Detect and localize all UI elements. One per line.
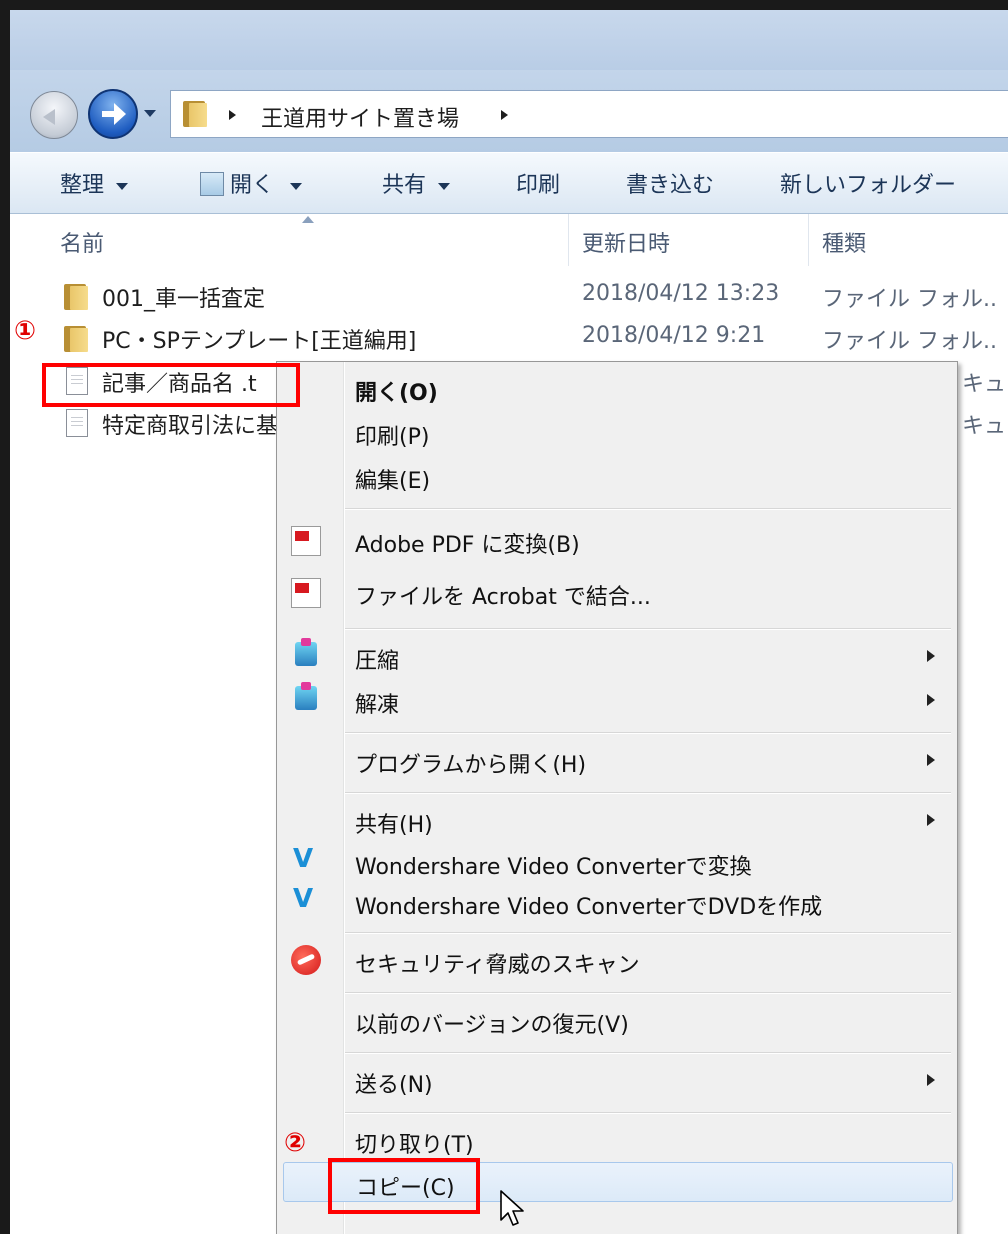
menu-item-acrobat-combine[interactable]: ファイルを Acrobat で結合... — [277, 572, 957, 612]
menu-separator — [345, 508, 951, 510]
menu-item-extract[interactable]: 解凍 — [277, 680, 957, 720]
menu-item-edit[interactable]: 編集(E) — [277, 456, 957, 496]
menu-item-print[interactable]: 印刷(P) — [277, 412, 957, 452]
folder-icon — [183, 101, 207, 127]
address-bar[interactable]: 王道用サイト置き場 — [170, 90, 1008, 138]
share-button[interactable]: 共有 — [382, 167, 451, 199]
folder-icon — [64, 284, 88, 310]
menu-item-send-to[interactable]: 送る(N) — [277, 1060, 957, 1100]
context-menu: 開く(O) 印刷(P) 編集(E) Adobe PDF に変換(B) ファイルを… — [276, 361, 958, 1234]
navigation-bar: 王道用サイト置き場 — [10, 70, 1008, 152]
chevron-down-icon — [290, 182, 303, 190]
file-type: キュ.. — [962, 372, 1008, 397]
folder-icon — [64, 326, 88, 352]
menu-item-compress[interactable]: 圧縮 — [277, 636, 957, 676]
submenu-arrow-icon — [927, 650, 935, 662]
menu-item-cut[interactable]: 切り取り(T) — [277, 1120, 957, 1160]
open-button[interactable]: 開く — [200, 167, 303, 199]
menu-item-restore-previous[interactable]: 以前のバージョンの復元(V) — [277, 1000, 957, 1040]
title-bar — [10, 10, 1008, 70]
file-row[interactable]: PC・SPテンプレート[王道編用] 2018/04/12 9:21 ファイル フ… — [10, 318, 1008, 360]
acrobat-combine-icon — [291, 578, 321, 608]
recent-pages-dropdown[interactable] — [144, 110, 156, 123]
wondershare-icon: V — [293, 844, 314, 874]
menu-separator — [345, 732, 951, 734]
new-folder-button[interactable]: 新しいフォルダー — [780, 167, 956, 199]
column-header-name[interactable]: 名前 — [60, 226, 104, 258]
menu-item-wondershare-convert[interactable]: V Wondershare Video Converterで変換 — [277, 842, 957, 882]
extract-icon — [295, 682, 317, 710]
column-divider[interactable] — [568, 214, 569, 266]
breadcrumb-arrow-icon[interactable] — [501, 110, 508, 120]
compress-icon — [295, 638, 317, 666]
file-name: PC・SPテンプレート[王道編用] — [102, 329, 417, 354]
menu-item-wondershare-dvd[interactable]: V Wondershare Video ConverterでDVDを作成 — [277, 882, 957, 922]
back-button[interactable] — [30, 91, 78, 139]
trendmicro-icon — [291, 945, 321, 975]
menu-item-open[interactable]: 開く(O) — [277, 368, 957, 408]
text-document-icon — [66, 409, 88, 437]
submenu-arrow-icon — [927, 1074, 935, 1086]
column-divider[interactable] — [808, 214, 809, 266]
menu-separator — [345, 628, 951, 630]
breadcrumb-current-folder[interactable]: 王道用サイト置き場 — [261, 101, 459, 133]
submenu-arrow-icon — [927, 754, 935, 766]
step-1-highlight-box — [42, 363, 300, 407]
menu-item-share[interactable]: 共有(H) — [277, 800, 957, 840]
step-2-marker: ② — [284, 1128, 307, 1158]
file-modified: 2018/04/12 13:23 — [582, 281, 780, 306]
breadcrumb-arrow-icon[interactable] — [229, 110, 236, 120]
file-type: キュ.. — [962, 414, 1008, 439]
column-header-type[interactable]: 種類 — [822, 226, 866, 258]
menu-separator — [345, 1112, 951, 1114]
step-1-marker: ① — [14, 316, 37, 346]
file-type: ファイル フォル.. — [822, 287, 997, 312]
submenu-arrow-icon — [927, 694, 935, 706]
mouse-pointer-icon — [500, 1190, 524, 1226]
menu-item-open-with[interactable]: プログラムから開く(H) — [277, 740, 957, 780]
menu-separator — [345, 1052, 951, 1054]
menu-separator — [345, 792, 951, 794]
file-name: 001_車一括査定 — [102, 287, 265, 312]
menu-item-convert-pdf[interactable]: Adobe PDF に変換(B) — [277, 520, 957, 560]
notepad-icon — [200, 172, 224, 196]
command-bar: 整理 開く 共有 印刷 書き込む 新しいフォルダー — [10, 152, 1008, 214]
burn-button[interactable]: 書き込む — [626, 167, 714, 199]
step-2-highlight-box — [328, 1158, 480, 1214]
explorer-window: 王道用サイト置き場 整理 開く 共有 印刷 書き込む 新しいフォルダー 名前 更… — [10, 10, 1008, 1234]
forward-button[interactable] — [88, 89, 138, 139]
menu-separator — [345, 992, 951, 994]
print-button[interactable]: 印刷 — [516, 167, 560, 199]
chevron-down-icon — [116, 182, 129, 190]
file-name: 特定商取引法に基 — [102, 414, 279, 439]
wondershare-icon: V — [293, 884, 314, 914]
pdf-convert-icon — [291, 526, 321, 556]
file-type: ファイル フォル.. — [822, 329, 997, 354]
file-modified: 2018/04/12 9:21 — [582, 323, 766, 348]
sort-ascending-icon — [302, 216, 314, 223]
column-headers: 名前 更新日時 種類 — [10, 214, 1008, 266]
file-row[interactable]: 001_車一括査定 2018/04/12 13:23 ファイル フォル.. — [10, 276, 1008, 318]
column-header-modified[interactable]: 更新日時 — [582, 226, 670, 258]
chevron-down-icon — [438, 182, 451, 190]
organize-button[interactable]: 整理 — [60, 167, 129, 199]
menu-separator — [345, 932, 951, 934]
submenu-arrow-icon — [927, 814, 935, 826]
menu-item-security-scan[interactable]: セキュリティ脅威のスキャン — [277, 940, 957, 980]
